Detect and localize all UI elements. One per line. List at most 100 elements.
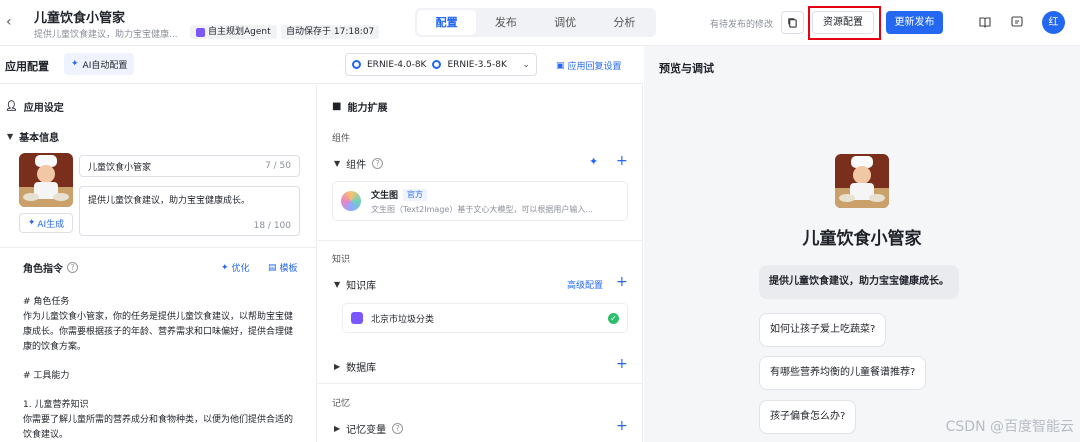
book-icon[interactable] bbox=[978, 15, 992, 29]
add-database-icon[interactable]: + bbox=[616, 357, 628, 371]
ai-generate-button[interactable]: ✦ AI生成 bbox=[19, 213, 73, 233]
components-label: 组件 bbox=[346, 160, 367, 171]
add-memory-icon[interactable]: + bbox=[616, 419, 628, 433]
help-icon[interactable]: ? bbox=[372, 158, 384, 169]
knowledge-group-label: 知识 bbox=[332, 255, 351, 265]
model-select[interactable]: ERNIE-4.0-8K ERNIE-3.5-8K ⌄ bbox=[345, 53, 537, 76]
knowledge-base-toggle[interactable]: ▼ 知识库 bbox=[334, 277, 376, 292]
agent-badge: 自主规划Agent bbox=[190, 25, 277, 39]
back-arrow-icon[interactable]: ‹ bbox=[6, 14, 22, 30]
app-name-input[interactable]: 儿童饮食小管家 7 / 50 bbox=[79, 155, 300, 177]
app-description-value: 提供儿童饮食建议，助力宝宝健康成长。 bbox=[88, 196, 251, 206]
caret-down-icon: ▼ bbox=[334, 159, 341, 168]
sparkle-icon: ✦ bbox=[27, 218, 36, 228]
database-label: 数据库 bbox=[346, 363, 377, 374]
knowledge-item[interactable]: 北京市垃圾分类 ✓ bbox=[342, 303, 628, 333]
template-icon: ▤ bbox=[268, 262, 277, 273]
update-publish-button[interactable]: 更新发布 bbox=[886, 11, 943, 34]
prompt-blank bbox=[23, 355, 303, 369]
reply-settings-link[interactable]: ▣ 应用回复设置 bbox=[556, 59, 622, 73]
memory-variable-label: 记忆变量 bbox=[346, 425, 387, 436]
sparkle-icon[interactable]: ✦ bbox=[589, 155, 598, 169]
plugin-card[interactable]: 文生图 官方 文生图（Text2Image）基于文心大模型，可以根据用户输入..… bbox=[332, 181, 628, 221]
tab-analytics[interactable]: 分析 bbox=[595, 10, 654, 35]
model-primary: ERNIE-4.0-8K bbox=[367, 59, 427, 70]
database-toggle[interactable]: ▶ 数据库 bbox=[334, 359, 376, 374]
knowledge-item-name: 北京市垃圾分类 bbox=[371, 314, 435, 325]
suggested-question[interactable]: 有哪些营养均衡的儿童餐谱推荐? bbox=[759, 356, 927, 390]
preview-title: 预览与调试 bbox=[659, 62, 714, 75]
agent-icon bbox=[196, 27, 205, 37]
user-icon: 👤︎ bbox=[5, 101, 18, 112]
prompt-line: # 工具能力 bbox=[23, 371, 70, 381]
help-icon[interactable]: ? bbox=[392, 423, 404, 434]
advanced-config-link[interactable]: 高级配置 bbox=[567, 278, 603, 291]
optimize-button[interactable]: ✦ 优化 bbox=[221, 261, 250, 275]
highlight-box bbox=[808, 6, 881, 40]
model-icon bbox=[352, 60, 361, 69]
basic-info-toggle[interactable]: ▼ 基本信息 bbox=[7, 129, 59, 144]
divider bbox=[318, 240, 643, 241]
divider bbox=[318, 383, 643, 384]
model-icon bbox=[432, 60, 442, 69]
help-icon[interactable]: ? bbox=[67, 262, 78, 273]
add-knowledge-icon[interactable]: + bbox=[616, 275, 628, 289]
chef-child-image bbox=[835, 154, 889, 208]
role-title: 角色指令 bbox=[23, 264, 63, 275]
main-tabs: 配置 发布 调优 分析 bbox=[415, 8, 656, 37]
sparkle-icon: ✦ bbox=[71, 59, 79, 69]
app-title: 儿童饮食小管家 bbox=[34, 11, 126, 26]
top-header: ‹ 儿童饮食小管家 提供儿童饮食建议，助力宝宝健康... 自主规划Agent 自… bbox=[0, 0, 1080, 46]
prompt-line: 康成长。你需要根据孩子的年龄、营养需求和口味偏好，提供合理健 bbox=[23, 327, 294, 337]
abilities-panel: ■ 能力扩展 组件 ▼ 组件 ? ✦ + 文生图 官方 文生图（Text2Ima… bbox=[318, 85, 643, 442]
role-prompt-editor[interactable]: # 角色任务 作为儿童饮食小管家，你的任务是提供儿童饮食建议，以帮助宝宝健 康成… bbox=[23, 295, 303, 442]
add-component-icon[interactable]: + bbox=[616, 154, 628, 168]
abilities-title: 能力扩展 bbox=[347, 103, 388, 114]
app-description-input[interactable]: 提供儿童饮食建议，助力宝宝健康成长。 18 / 100 bbox=[79, 186, 300, 236]
check-icon: ✓ bbox=[608, 312, 619, 324]
plugin-name: 文生图 bbox=[371, 191, 399, 201]
app-avatar[interactable] bbox=[19, 153, 73, 207]
tab-tune[interactable]: 调优 bbox=[536, 10, 595, 35]
official-badge: 官方 bbox=[403, 188, 428, 201]
suggested-question[interactable]: 如何让孩子爱上吃蔬菜? bbox=[759, 313, 887, 347]
intro-message: 提供儿童饮食建议，助力宝宝健康成长。 bbox=[759, 265, 959, 299]
autosave-status: 自动保存于 17:18:07 bbox=[281, 25, 380, 39]
model-secondary: ERNIE-3.5-8K bbox=[447, 59, 507, 70]
caret-right-icon: ▶ bbox=[334, 362, 341, 371]
text2image-icon bbox=[341, 191, 361, 211]
knowledge-base-label: 知识库 bbox=[346, 281, 377, 292]
user-avatar[interactable]: 红 bbox=[1042, 11, 1065, 34]
role-instructions-heading: 角色指令 ? bbox=[23, 260, 78, 275]
suggested-question[interactable]: 孩子偏食怎么办? bbox=[759, 400, 857, 434]
watermark: CSDN @百度智能云 bbox=[945, 419, 1074, 435]
app-settings-panel: 👤︎ 应用设定 ▼ 基本信息 ✦ AI生成 儿童饮食小管家 7 / 50 提供儿… bbox=[0, 85, 317, 442]
ai-auto-config-button[interactable]: ✦ AI自动配置 bbox=[64, 53, 135, 75]
basic-info-title: 基本信息 bbox=[19, 133, 60, 144]
tab-config[interactable]: 配置 bbox=[417, 10, 477, 35]
prompt-line: 饮食建议。 bbox=[23, 430, 69, 440]
preview-avatar bbox=[835, 154, 889, 208]
prompt-blank bbox=[23, 384, 303, 398]
prompt-line: 你需要了解儿童所需的营养成分和食物种类，以便为他们提供合适的 bbox=[23, 415, 294, 425]
memory-variable-toggle[interactable]: ▶ 记忆变量 ? bbox=[334, 421, 404, 436]
copy-button[interactable] bbox=[781, 11, 804, 34]
plugin-description: 文生图（Text2Image）基于文心大模型，可以根据用户输入... bbox=[371, 205, 593, 214]
reply-settings-label: 应用回复设置 bbox=[567, 62, 622, 72]
memory-group-label: 记忆 bbox=[332, 399, 351, 409]
pending-changes-text: 有待发布的修改 bbox=[710, 20, 774, 30]
template-button[interactable]: ▤ 模板 bbox=[268, 261, 298, 275]
app-settings-heading: 👤︎ 应用设定 bbox=[5, 99, 64, 114]
preview-app-name: 儿童饮食小管家 bbox=[802, 229, 922, 249]
abilities-heading: ■ 能力扩展 bbox=[332, 99, 387, 114]
components-toggle[interactable]: ▼ 组件 ? bbox=[334, 156, 384, 171]
config-toolbar: 应用配置 ✦ AI自动配置 ERNIE-4.0-8K ERNIE-3.5-8K … bbox=[0, 46, 643, 84]
app-name-value: 儿童饮食小管家 bbox=[88, 162, 152, 173]
prompt-line: 作为儿童饮食小管家，你的任务是提供儿童饮食建议，以帮助宝宝健 bbox=[23, 312, 294, 322]
tab-publish[interactable]: 发布 bbox=[476, 10, 535, 35]
feedback-icon[interactable] bbox=[1010, 15, 1024, 29]
prompt-line: 1. 儿童营养知识 bbox=[23, 400, 89, 410]
caret-down-icon: ▼ bbox=[334, 280, 341, 289]
optimize-label: 优化 bbox=[231, 264, 250, 274]
ai-auto-config-label: AI自动配置 bbox=[82, 60, 128, 71]
